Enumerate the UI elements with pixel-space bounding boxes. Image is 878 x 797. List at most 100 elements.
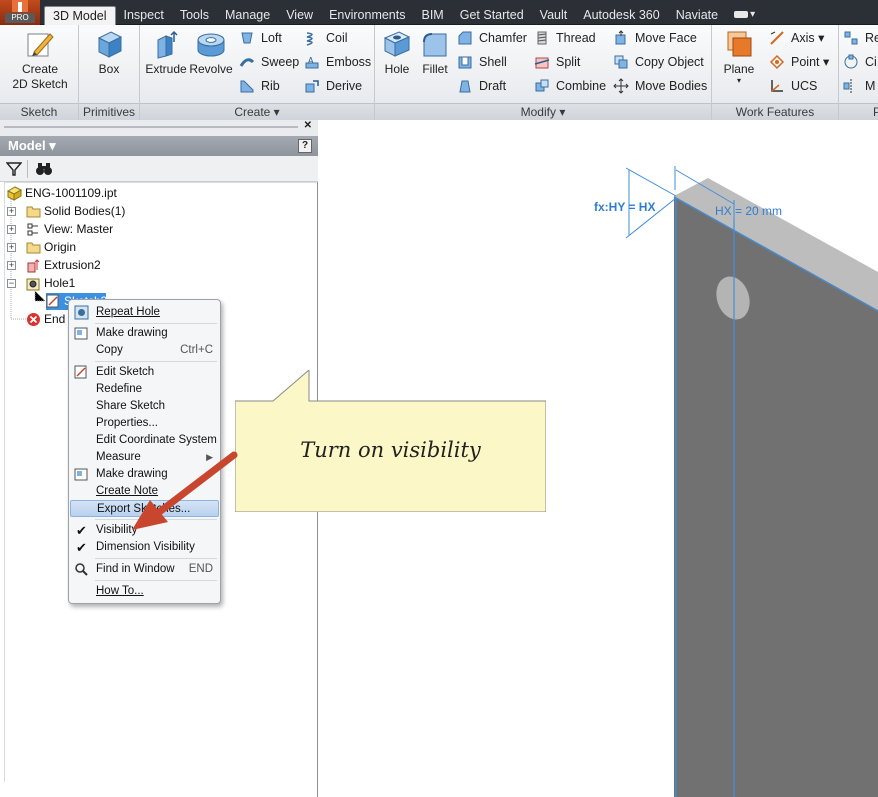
extrude-button[interactable]: Extrude (144, 28, 188, 77)
rectangular-pattern-button[interactable]: Re (843, 28, 878, 48)
mirror-button[interactable]: M (843, 76, 875, 96)
menu-find-in-window[interactable]: Find in Window END (70, 561, 219, 578)
tab-environments[interactable]: Environments (321, 6, 413, 25)
dimension-hx-label[interactable]: HX = 20 mm (715, 204, 782, 218)
menu-create-note[interactable]: Create Note (70, 483, 219, 500)
tab-manage[interactable]: Manage (217, 6, 278, 25)
rib-button[interactable]: Rib (239, 76, 280, 96)
coil-button[interactable]: Coil (304, 28, 348, 48)
end-of-part-icon (27, 313, 40, 326)
minimize-ribbon-icon (734, 10, 749, 18)
repeat-hole-icon (74, 305, 89, 320)
menu-make-drawing-2[interactable]: Make drawing (70, 466, 219, 483)
loft-button[interactable]: Loft (239, 28, 282, 48)
derive-button[interactable]: Derive (304, 76, 362, 96)
sweep-button[interactable]: Sweep (239, 52, 299, 72)
menu-redefine[interactable]: Redefine (70, 381, 219, 398)
menu-share-sketch[interactable]: Share Sketch (70, 398, 219, 415)
origin-folder-icon (26, 242, 41, 254)
split-icon (534, 57, 550, 69)
menu-measure[interactable]: Measure ▶ (70, 449, 219, 466)
menu-export-sketches[interactable]: Export Sketches... (70, 500, 219, 517)
menu-make-drawing[interactable]: Make drawing (70, 325, 219, 342)
emboss-button[interactable]: A Emboss (304, 52, 371, 72)
dimension-fx-label[interactable]: fx:HY = HX (594, 200, 655, 214)
expand-solid-bodies[interactable]: + (7, 207, 16, 216)
menu-copy[interactable]: Copy Ctrl+C (70, 342, 219, 359)
move-bodies-icon (613, 78, 629, 94)
combine-button[interactable]: Combine (534, 76, 606, 96)
modify-panel-title[interactable]: Modify ▾ (375, 103, 711, 120)
plane-button[interactable]: Plane ▾ (716, 28, 762, 85)
circular-pattern-icon (844, 54, 858, 69)
split-button[interactable]: Split (534, 52, 580, 72)
menu-repeat-hole[interactable]: Repeat Hole (70, 304, 219, 321)
help-icon[interactable]: ? (298, 139, 312, 153)
circular-pattern-button[interactable]: Ci (843, 52, 877, 72)
revolve-button[interactable]: Revolve (189, 28, 233, 77)
expand-origin[interactable]: + (7, 243, 16, 252)
copy-object-button[interactable]: Copy Object (613, 52, 704, 72)
move-face-button[interactable]: Move Face (613, 28, 697, 48)
menu-edit-coordinate-system[interactable]: Edit Coordinate System (70, 432, 219, 449)
create-2d-sketch-button[interactable]: Create 2D Sketch (4, 28, 76, 92)
browser-title-bar[interactable]: Model ▾ ? (0, 136, 318, 156)
emboss-icon: A (305, 56, 319, 69)
tab-view[interactable]: View (278, 6, 321, 25)
thread-button[interactable]: Thread (534, 28, 596, 48)
ucs-button[interactable]: UCS (769, 76, 817, 96)
pattern-panel-title: Pa (839, 103, 878, 120)
shell-button[interactable]: Shell (457, 52, 507, 72)
sweep-icon (239, 58, 255, 67)
close-browser-icon[interactable]: ✕ (304, 120, 312, 131)
tab-bim[interactable]: BIM (414, 6, 452, 25)
tab-get-started[interactable]: Get Started (452, 6, 532, 25)
expand-view-master[interactable]: + (7, 225, 16, 234)
menu-separator (95, 558, 217, 559)
menu-visibility[interactable]: ✔ Visibility (70, 522, 219, 539)
axis-button[interactable]: Axis ▾ (769, 28, 824, 48)
tab-inspect[interactable]: Inspect (116, 6, 172, 25)
callout-text: Turn on visibility (300, 438, 481, 462)
mirror-icon (843, 79, 852, 93)
menu-properties[interactable]: Properties... (70, 415, 219, 432)
ribbon-options-button[interactable]: ▾ (726, 6, 763, 25)
plane-icon (727, 31, 752, 57)
menu-dimension-visibility[interactable]: ✔ Dimension Visibility (70, 539, 219, 556)
primitives-panel-title: Primitives (79, 103, 139, 120)
folder-icon (26, 206, 41, 218)
tab-naviate[interactable]: Naviate (668, 6, 726, 25)
browser-title[interactable]: Model ▾ (8, 138, 56, 153)
menu-edit-sketch[interactable]: Edit Sketch (70, 364, 219, 381)
tab-3d-model[interactable]: 3D Model (44, 6, 116, 25)
sketch-panel-title: Sketch (0, 103, 78, 120)
find-in-window-icon (75, 563, 88, 576)
create-panel: Extrude Revolve Loft Sweep Rib Coil A Em… (140, 25, 375, 120)
box-button[interactable]: Box (87, 28, 131, 77)
revolve-icon (197, 33, 225, 57)
move-bodies-button[interactable]: Move Bodies (613, 76, 707, 96)
menu-separator (95, 519, 217, 520)
draft-button[interactable]: Draft (457, 76, 506, 96)
hole-button[interactable]: Hole (378, 28, 416, 77)
tab-tools[interactable]: Tools (172, 6, 217, 25)
fillet-button[interactable]: Fillet (417, 28, 453, 77)
extrude-icon (157, 30, 178, 59)
menu-how-to[interactable]: How To... (70, 583, 219, 600)
context-menu: Repeat Hole Make drawing Copy Ctrl+C Edi… (68, 299, 221, 604)
expand-extrusion2[interactable]: + (7, 261, 16, 270)
tab-vault[interactable]: Vault (532, 6, 576, 25)
hole-feature-icon (26, 278, 40, 291)
point-button[interactable]: Point ▾ (769, 52, 829, 72)
tab-autodesk-360[interactable]: Autodesk 360 (575, 6, 667, 25)
create-panel-title[interactable]: Create ▾ (140, 103, 374, 120)
modify-panel: Hole Fillet Chamfer Shell Draft Thread S… (375, 25, 712, 120)
checkmark-icon: ✔ (76, 540, 87, 555)
chamfer-button[interactable]: Chamfer (457, 28, 527, 48)
binoculars-icon[interactable] (35, 161, 53, 177)
collapse-hole1[interactable]: − (7, 279, 16, 288)
submenu-arrow-icon: ▶ (206, 452, 213, 462)
pattern-panel: Re Ci M Pa (839, 25, 878, 120)
filter-icon[interactable] (6, 161, 22, 177)
application-menu-button[interactable]: PRO (0, 0, 40, 25)
